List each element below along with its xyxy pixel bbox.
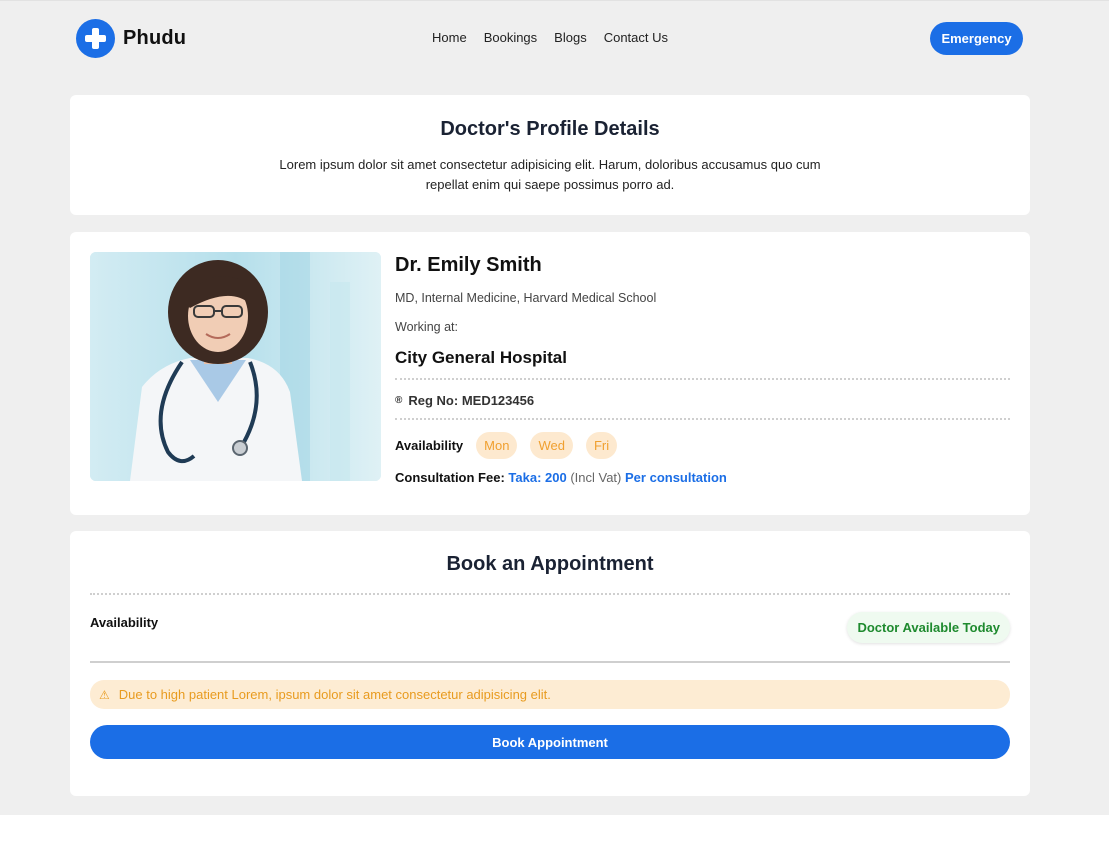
hospital-name: City General Hospital (395, 348, 567, 367)
warning-text: Due to high patient Lorem, ipsum dolor s… (118, 687, 551, 702)
booking-availability-row: Availability Doctor Available Today (90, 595, 1010, 663)
plus-cross-icon (76, 19, 115, 58)
availability-row: Availability Mon Wed Fri (395, 432, 1010, 459)
registration-row: ® Reg No: MED123456 (395, 393, 1010, 408)
page: Phudu Home Bookings Blogs Contact Us Eme… (0, 0, 1109, 815)
doctor-name: Dr. Emily Smith (395, 254, 542, 276)
fee-amount: Taka: 200 (508, 470, 567, 485)
emergency-button[interactable]: Emergency (930, 22, 1023, 55)
book-appointment-button[interactable]: Book Appointment (90, 725, 1010, 759)
page-description: Lorem ipsum dolor sit amet consectetur a… (279, 157, 821, 192)
booking-availability-label: Availability (90, 615, 159, 630)
profile-info: Dr. Emily Smith MD, Internal Medicine, H… (395, 254, 1010, 485)
logo[interactable]: Phudu (76, 19, 186, 58)
doctor-degree: MD, Internal Medicine, Harvard Medical S… (395, 291, 657, 305)
nav-link-contact-us[interactable]: Contact Us (604, 30, 668, 45)
availability-label: Availability (395, 438, 464, 453)
availability-day-mon: Mon (476, 432, 518, 459)
doctor-profile-card: Dr. Emily Smith MD, Internal Medicine, H… (70, 232, 1030, 515)
divider (395, 378, 1010, 380)
doctor-portrait-illustration (90, 252, 381, 481)
consultation-fee-row: Consultation Fee: Taka: 200 (Incl Vat) P… (395, 470, 1010, 485)
profile-header-card: Doctor's Profile Details Lorem ipsum dol… (70, 95, 1030, 215)
warning-triangle-icon: ⚠ (99, 687, 110, 702)
fee-label: Consultation Fee: (395, 470, 505, 485)
divider (395, 418, 1010, 420)
warning-banner: ⚠ Due to high patient Lorem, ipsum dolor… (90, 680, 1010, 709)
navbar: Phudu Home Bookings Blogs Contact Us Eme… (76, 19, 1023, 59)
fee-per-consultation: Per consultation (625, 470, 727, 485)
status-badge: Doctor Available Today (847, 612, 1010, 643)
availability-day-wed: Wed (530, 432, 573, 459)
nav-link-home[interactable]: Home (432, 30, 467, 45)
book-appointment-card: Book an Appointment Availability Doctor … (70, 531, 1030, 796)
working-at-label: Working at: (395, 320, 458, 334)
nav-link-bookings[interactable]: Bookings (484, 30, 537, 45)
brand-name: Phudu (123, 27, 187, 49)
fee-vat-note: (Incl Vat) (570, 470, 622, 485)
nav-links: Home Bookings Blogs Contact Us (432, 30, 668, 45)
registered-icon: ® (395, 395, 403, 406)
nav-link-blogs[interactable]: Blogs (554, 30, 587, 45)
doctor-photo (90, 252, 381, 481)
registration-number: Reg No: MED123456 (408, 393, 535, 408)
availability-day-fri: Fri (585, 432, 618, 459)
page-title: Doctor's Profile Details (440, 118, 660, 140)
book-appointment-title: Book an Appointment (446, 553, 654, 575)
